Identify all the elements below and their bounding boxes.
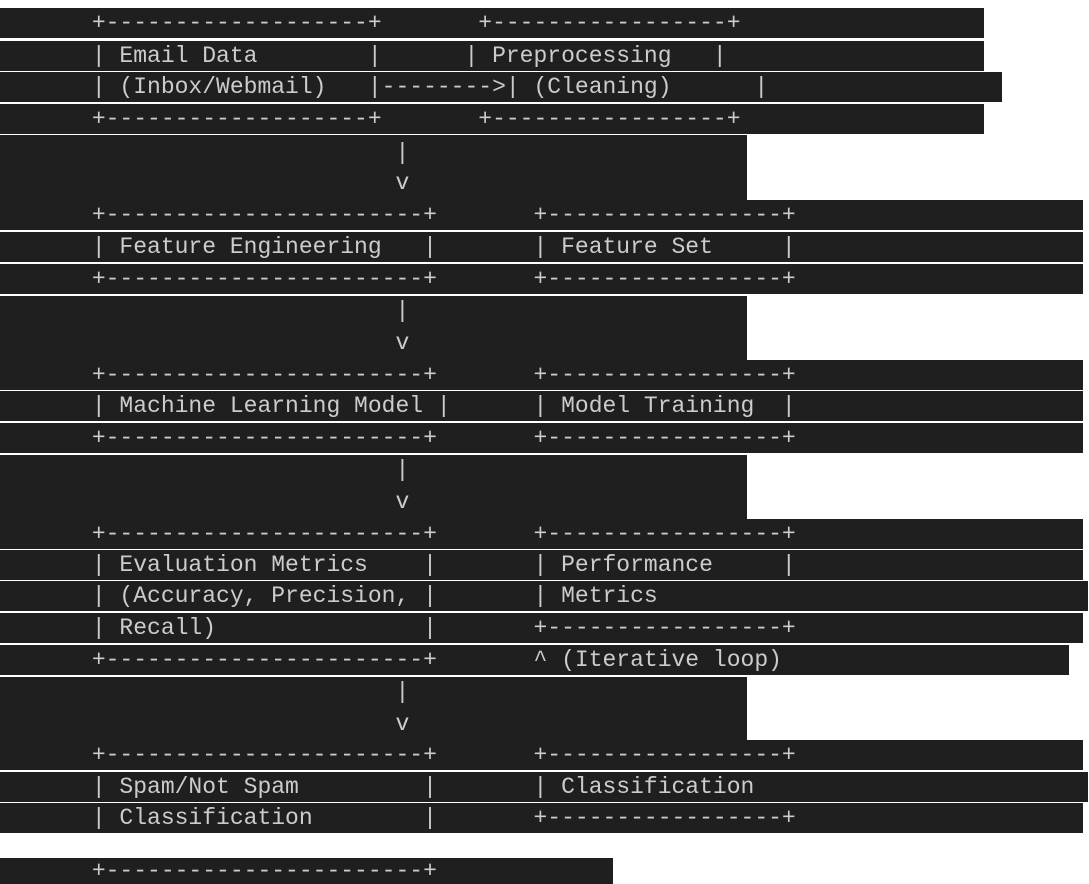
- diagram-line: +-----------------------+ +-------------…: [9, 425, 796, 451]
- diagram-line: | (Accuracy, Precision, | | Metrics: [9, 583, 658, 609]
- diagram-line: | Machine Learning Model | | Model Train…: [9, 393, 796, 419]
- diagram-line: +-----------------------+ ^ (Iterative l…: [9, 647, 782, 673]
- diagram-line: | Evaluation Metrics | | Performance |: [9, 552, 796, 578]
- diagram-line: v: [9, 170, 410, 196]
- diagram-line: v: [9, 489, 410, 515]
- diagram-line: |: [9, 298, 410, 324]
- diagram-line: +-----------------------+ +-------------…: [9, 202, 796, 228]
- diagram-line: | Classification | +-----------------+: [9, 805, 796, 831]
- diagram-line: | Recall) | +-----------------+: [9, 615, 796, 641]
- diagram-line: v: [9, 711, 410, 737]
- diagram-line: | Spam/Not Spam | | Classification: [9, 774, 755, 800]
- diagram-line: +-----------------------+ +-------------…: [9, 521, 796, 547]
- diagram-line: +-------------------+ +-----------------…: [9, 106, 741, 132]
- diagram-line: +-----------------------+ +-------------…: [9, 266, 796, 292]
- diagram-line: |: [9, 140, 410, 166]
- diagram-line: +-----------------------+ +-------------…: [9, 742, 796, 768]
- diagram-line: +-----------------------+ +-------------…: [9, 362, 796, 388]
- diagram-line: +-------------------+ +-----------------…: [9, 10, 741, 36]
- ascii-diagram: +-------------------+ +-----------------…: [0, 0, 1089, 884]
- diagram-line: | (Inbox/Webmail) |-------->| (Cleaning)…: [9, 74, 769, 100]
- diagram-line: | Feature Engineering | | Feature Set |: [9, 234, 796, 260]
- diagram-line: |: [9, 679, 410, 705]
- diagram-line: |: [9, 457, 410, 483]
- diagram-line: | Email Data | | Preprocessing |: [9, 43, 727, 69]
- diagram-line: +-----------------------+: [9, 858, 437, 884]
- diagram-line: v: [9, 330, 410, 356]
